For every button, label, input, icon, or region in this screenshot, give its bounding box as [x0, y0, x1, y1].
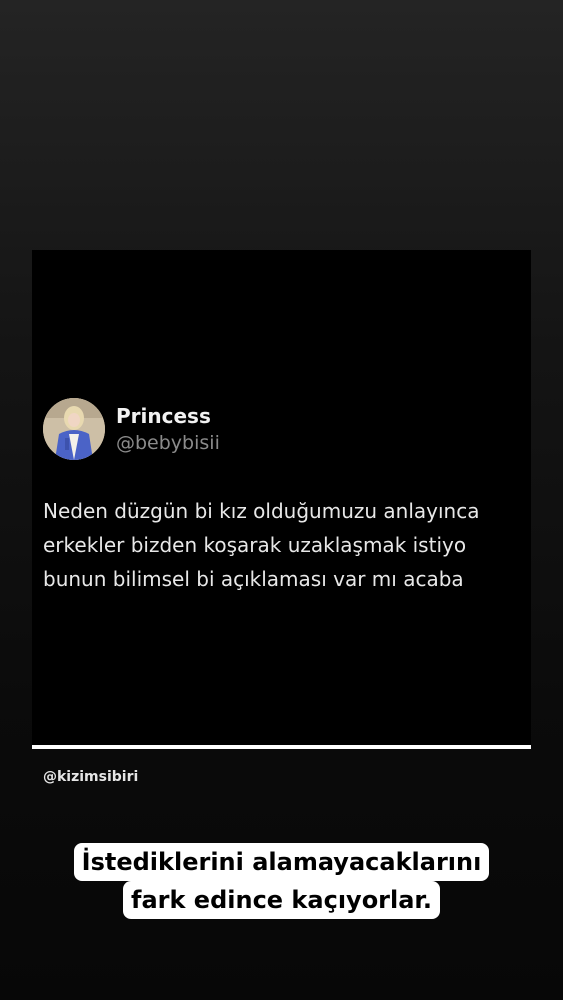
caption-line: fark edince kaçıyorlar.: [123, 881, 440, 919]
watermark-handle: @kizimsibiri: [43, 769, 139, 785]
tweet-text-line: Neden düzgün bi kız olduğumuzu anlayınca: [43, 499, 480, 523]
tweet-text-line: erkekler bizden koşarak uzaklaşmak istiy…: [43, 533, 467, 557]
tweet-text: Neden düzgün bi kız olduğumuzu anlayınca…: [43, 494, 523, 596]
display-name[interactable]: Princess: [116, 404, 211, 428]
caption-line: İstediklerini alamayacaklarını: [73, 843, 490, 881]
tweet-text-line: bunun bilimsel bi açıklaması var mı acab…: [43, 567, 464, 591]
profile-photo-icon: [43, 398, 105, 460]
caption-overlay: İstediklerini alamayacaklarını fark edin…: [0, 843, 563, 919]
avatar[interactable]: [43, 398, 105, 460]
user-handle[interactable]: @bebybisii: [116, 431, 220, 455]
card-divider: [32, 745, 531, 749]
